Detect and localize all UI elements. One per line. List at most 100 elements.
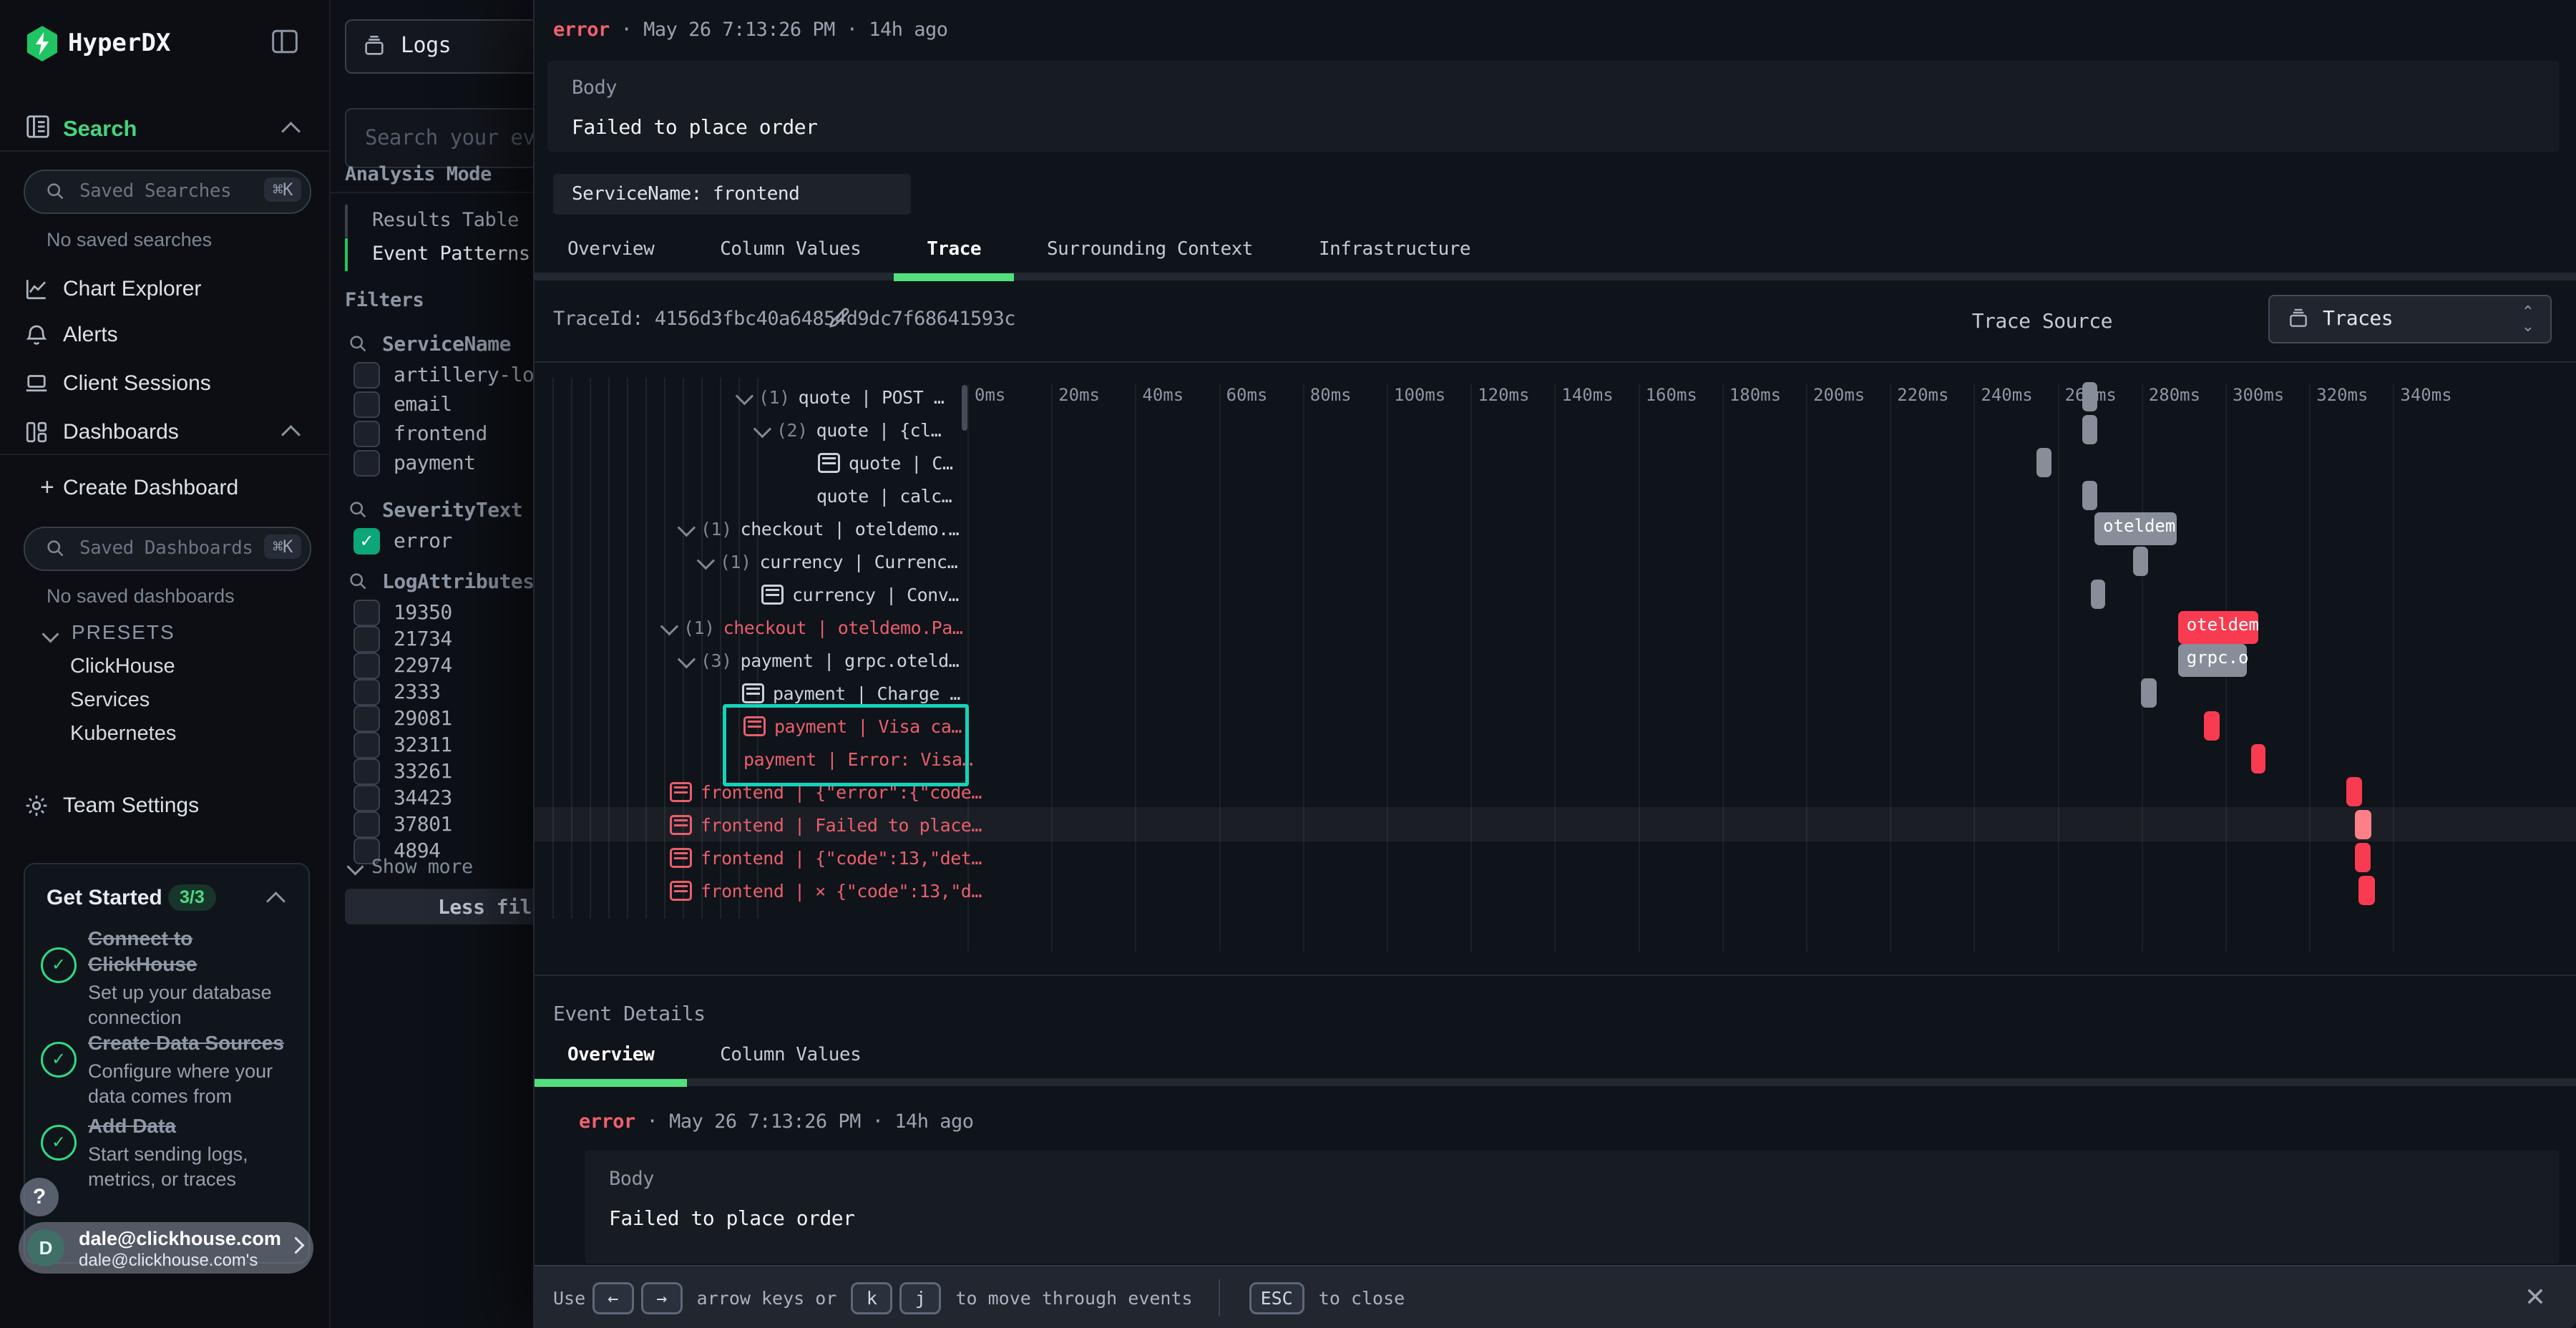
chevron-down-icon[interactable]	[753, 420, 771, 438]
tab-trace[interactable]: Trace	[894, 230, 1014, 273]
span-bar[interactable]	[2082, 481, 2097, 510]
span-row[interactable]: frontend | Failed to place…	[535, 809, 1103, 841]
user-menu[interactable]: D dale@clickhouse.com dale@clickhouse.co…	[19, 1222, 313, 1274]
span-bar[interactable]	[2036, 448, 2051, 477]
span-bar[interactable]	[2355, 810, 2371, 839]
sidebar-item-alerts[interactable]: Alerts	[0, 312, 329, 358]
checkbox[interactable]	[353, 362, 380, 389]
preset-kubernetes[interactable]: Kubernetes	[70, 722, 176, 746]
checkbox[interactable]	[353, 600, 380, 626]
checkbox[interactable]	[353, 785, 380, 811]
get-started-item-desc: Set up your database connection	[88, 980, 288, 1030]
span-row[interactable]: (2)quote | {cl…	[535, 414, 1188, 446]
tab-infrastructure[interactable]: Infrastructure	[1286, 230, 1503, 273]
search-icon[interactable]	[348, 571, 368, 591]
filters-panel: Logs Search your ev Analysis Mode Result…	[331, 0, 534, 1328]
chevron-down-icon[interactable]	[736, 387, 753, 405]
create-dashboard-button[interactable]: + Create Dashboard	[0, 465, 329, 511]
tab-column-values[interactable]: Column Values	[687, 230, 894, 273]
service-chip[interactable]: ServiceName: frontend	[553, 174, 911, 215]
mode-results-table[interactable]: Results Table	[345, 205, 534, 238]
source-select[interactable]: Logs	[345, 19, 534, 74]
span-row[interactable]: (1)checkout | oteldemo.Pa…	[535, 611, 1095, 644]
span-label: checkout | oteldemo.Pa…	[723, 617, 963, 638]
checkbox[interactable]	[353, 626, 380, 653]
scrollbar-thumb[interactable]	[962, 385, 967, 431]
kbd-→: →	[641, 1282, 683, 1314]
filter-option-label: artillery-loa	[394, 363, 534, 386]
tab-surrounding-context[interactable]: Surrounding Context	[1014, 230, 1286, 273]
event-search-input[interactable]: Search your ev	[345, 108, 534, 168]
span-bar[interactable]	[2141, 678, 2157, 708]
span-bar[interactable]	[2082, 382, 2097, 411]
sidebar-collapse-icon[interactable]	[270, 29, 299, 54]
axis-gridline	[1974, 384, 1975, 952]
checkbox[interactable]	[353, 450, 380, 477]
preset-services[interactable]: Services	[70, 688, 150, 712]
database-icon	[2287, 307, 2310, 330]
bell-icon	[24, 322, 49, 348]
axis-tick-label: 180ms	[1729, 385, 1781, 405]
span-bar[interactable]	[2091, 580, 2105, 609]
search-icon[interactable]	[348, 499, 368, 519]
span-bar[interactable]	[2251, 744, 2266, 773]
span-row[interactable]: (1)quote | POST …	[535, 381, 1170, 414]
checkbox[interactable]	[353, 706, 380, 732]
span-row[interactable]: (3)payment | grpc.oteld…	[535, 644, 1112, 677]
checkbox[interactable]	[353, 679, 380, 706]
body-label: Body	[572, 77, 617, 99]
saved-dashboards-input[interactable]: Saved Dashboards ⌘K	[24, 527, 311, 571]
checkbox[interactable]	[353, 391, 380, 418]
chevron-down-icon[interactable]	[697, 552, 715, 570]
checkbox-checked[interactable]: ✓	[353, 528, 380, 555]
saved-searches-input[interactable]: Saved Searches ⌘K	[24, 170, 311, 214]
checkbox[interactable]	[353, 421, 380, 447]
event-details-tab-overview[interactable]: Overview	[535, 1036, 687, 1079]
show-more-button[interactable]: Show more	[349, 856, 473, 878]
span-row[interactable]: (1)currency | Currenc…	[535, 545, 1131, 578]
tab-overview[interactable]: Overview	[535, 230, 687, 273]
span-row[interactable]: (1)checkout | oteldemo.…	[535, 512, 1112, 545]
chevron-up-icon[interactable]	[266, 892, 286, 911]
span-row[interactable]: frontend | × {"code":13,"d…	[535, 874, 1103, 907]
sidebar-item-chart-explorer[interactable]: Chart Explorer	[0, 266, 329, 312]
dashboards-section-header[interactable]	[0, 409, 329, 455]
edit-icon[interactable]	[826, 305, 852, 331]
chevron-down-icon[interactable]	[678, 650, 696, 668]
checkbox[interactable]	[353, 811, 380, 838]
span-bar[interactable]	[2133, 547, 2148, 576]
span-bar[interactable]: oteldem	[2094, 512, 2177, 545]
chevron-down-icon[interactable]	[678, 519, 696, 537]
event-details-tab-column-values[interactable]: Column Values	[687, 1036, 894, 1079]
span-row[interactable]: frontend | {"code":13,"det…	[535, 841, 1103, 874]
trace-source-select[interactable]: Traces ⌃⌄	[2268, 295, 2552, 343]
checkbox[interactable]	[353, 732, 380, 758]
axis-gridline	[1639, 384, 1640, 952]
get-started-item-title: Create Data Sources	[88, 1030, 288, 1056]
team-settings-button[interactable]: Team Settings	[0, 783, 329, 829]
help-button[interactable]: ?	[20, 1178, 59, 1216]
chevron-down-icon[interactable]	[660, 617, 678, 635]
less-filters-button[interactable]: Less fil	[345, 889, 534, 924]
span-bar[interactable]	[2358, 876, 2375, 905]
span-bar[interactable]: grpc.o	[2178, 644, 2247, 677]
span-row[interactable]: quote | C…	[535, 446, 1251, 479]
gear-icon	[24, 793, 49, 819]
search-section-header[interactable]: Search	[0, 106, 329, 152]
span-bar[interactable]	[2355, 843, 2371, 872]
span-row[interactable]: currency | Conv…	[535, 578, 1194, 611]
span-bar[interactable]	[2204, 711, 2220, 741]
event-timestamp: May 26 7:13:26 PM	[643, 19, 835, 41]
preset-clickhouse[interactable]: ClickHouse	[70, 655, 175, 678]
span-bar[interactable]: oteldem	[2178, 611, 2258, 644]
checkbox[interactable]	[353, 758, 380, 785]
search-icon[interactable]	[348, 333, 368, 353]
sidebar-item-client-sessions[interactable]: Client Sessions	[0, 361, 329, 406]
span-bar[interactable]	[2082, 415, 2097, 444]
mode-event-patterns[interactable]: Event Patterns	[345, 238, 534, 271]
laptop-icon	[24, 371, 49, 396]
span-row[interactable]: quote | calc…	[535, 479, 1249, 512]
span-bar[interactable]	[2346, 777, 2362, 806]
close-icon[interactable]: ✕	[2524, 1282, 2546, 1312]
checkbox[interactable]	[353, 653, 380, 679]
